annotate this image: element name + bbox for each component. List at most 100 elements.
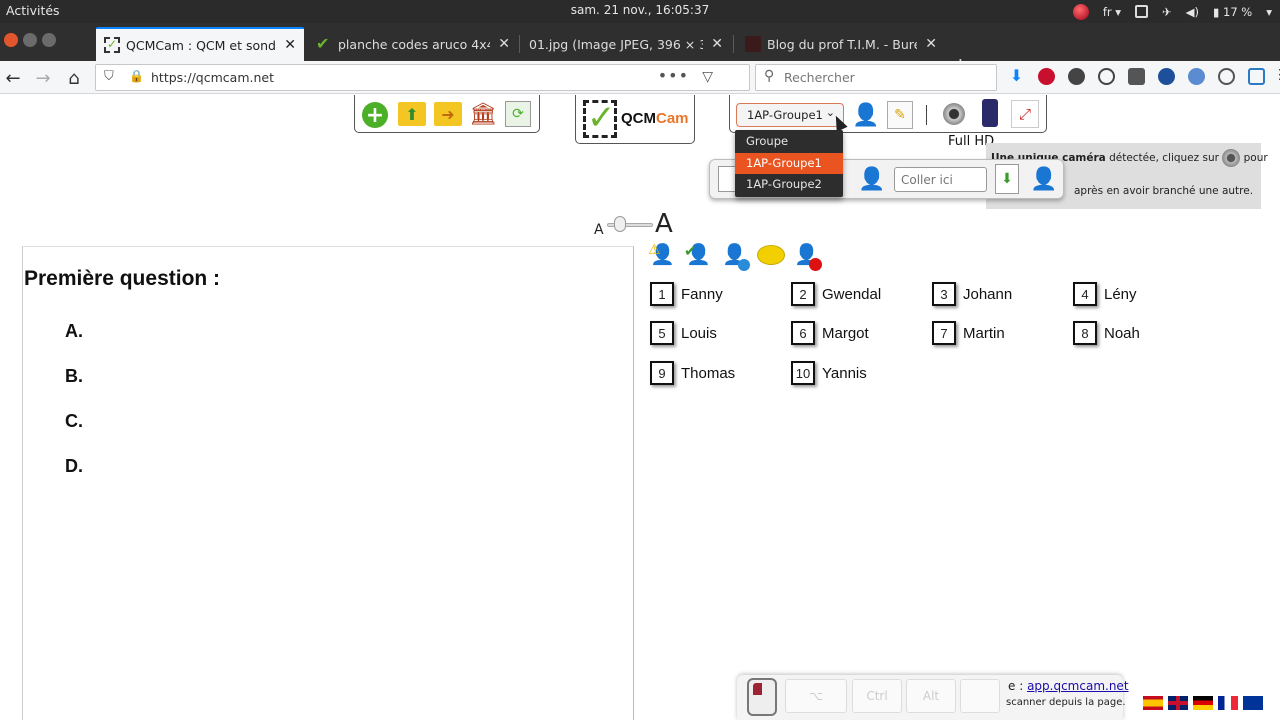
student-card[interactable]: 4 Lény [1073, 282, 1137, 306]
record-icon[interactable] [1072, 3, 1089, 20]
student-card[interactable]: 5 Louis [650, 321, 717, 345]
close-tab-icon[interactable]: ✕ [711, 36, 723, 52]
app-link[interactable]: app.qcmcam.net [1027, 679, 1128, 693]
chevron-down-icon[interactable]: ▾ [1266, 5, 1272, 19]
dropdown-option-1ap-groupe1[interactable]: 1AP-Groupe1 [735, 152, 843, 174]
student-card[interactable]: 9 Thomas [650, 361, 735, 385]
browser-tab-strip: ✓ QCMCam : QCM et sondages ✕ ✔ planche c… [0, 23, 1280, 77]
group-select[interactable]: 1AP-Groupe1 ⌄ [736, 103, 844, 127]
student-number: 6 [791, 321, 815, 345]
webcam-icon[interactable] [940, 99, 968, 129]
tab-image[interactable]: 01.jpg (Image JPEG, 396 × 396 p ✕ [521, 27, 731, 61]
pocket-icon[interactable]: ▽ [702, 69, 713, 85]
page-actions-icon[interactable]: ••• [658, 66, 689, 85]
shield-icon[interactable]: ⛉ [104, 69, 114, 84]
sync-icon[interactable]: ⟳ [505, 101, 531, 127]
download-icon[interactable]: ⬇ [1008, 68, 1025, 85]
back-button[interactable]: ← [2, 67, 24, 89]
user-add-icon[interactable]: 👤 [858, 164, 886, 194]
close-window-button[interactable] [4, 33, 18, 47]
url-text[interactable]: https://qcmcam.net [151, 70, 274, 85]
scanner-hint: scanner depuis la page. [1006, 697, 1126, 708]
language-indicator[interactable]: fr ▾ [1103, 5, 1121, 19]
import-file-icon[interactable]: ⬇ [995, 164, 1019, 194]
user-remove-icon[interactable]: 👤 [792, 242, 822, 272]
dropdown-option-1ap-groupe2[interactable]: 1AP-Groupe2 [735, 174, 843, 196]
student-number: 4 [1073, 282, 1097, 306]
france-flag-icon[interactable] [1218, 696, 1238, 710]
user-sync-icon[interactable]: 👤 [1030, 164, 1058, 194]
student-number: 9 [650, 361, 674, 385]
battery-status: ▮ 17 % [1213, 4, 1253, 19]
check-favicon-icon: ✔ [316, 34, 330, 53]
app-link-line: e : app.qcmcam.net [1008, 679, 1129, 693]
paste-field[interactable] [894, 167, 987, 192]
key-alt-indicator: Alt [906, 679, 956, 713]
group-toolbox: 1AP-Groupe1 ⌄ 👤 ✎ ⤢ [729, 95, 1047, 133]
library-icon[interactable]: 🏛 [469, 101, 497, 127]
student-card[interactable]: 7 Martin [932, 321, 1005, 345]
webcam-icon[interactable] [1222, 149, 1241, 167]
fullscreen-icon[interactable]: ⤢ [1011, 100, 1039, 128]
tab-qcmcam[interactable]: ✓ QCMCam : QCM et sondages ✕ [96, 27, 304, 61]
adblock-icon[interactable] [1038, 68, 1055, 85]
student-name: Fanny [681, 285, 723, 303]
user-warning-icon[interactable]: 👤 ⚠ [648, 242, 678, 272]
add-user-icon[interactable]: 👤 [852, 101, 880, 129]
forward-button[interactable]: → [32, 67, 54, 89]
logo-text: QCMCam [621, 110, 689, 127]
student-card[interactable]: 2 Gwendal [791, 282, 881, 306]
key-indicator: ⌥ [785, 679, 847, 713]
question-panel: Première question : A. B. C. D. [22, 246, 634, 720]
germany-flag-icon[interactable] [1193, 696, 1213, 710]
edit-list-icon[interactable]: ✎ [887, 101, 913, 129]
toolbar-separator [926, 105, 927, 125]
minimize-window-button[interactable] [23, 33, 37, 47]
user-check-icon[interactable]: 👤 ✔ [684, 242, 714, 272]
navigation-bar: ← → ⌂ ⛉ 🔒 https://qcmcam.net ••• ▽ ↻ ⚲ R… [0, 61, 1280, 94]
search-input[interactable]: ⚲ Rechercher [755, 64, 997, 91]
search-placeholder: Rechercher [784, 70, 855, 85]
spain-flag-icon[interactable] [1143, 696, 1163, 710]
tab-title: 01.jpg (Image JPEG, 396 × 396 p [529, 36, 704, 52]
tab-title: planche codes aruco 4x4 A4 [338, 36, 490, 52]
phone-icon[interactable] [982, 99, 998, 127]
close-tab-icon[interactable]: ✕ [498, 36, 510, 52]
uk-flag-icon[interactable] [1168, 696, 1188, 710]
lock-icon[interactable]: 🔒 [129, 69, 144, 83]
student-card[interactable]: 3 Johann [932, 282, 1012, 306]
add-icon[interactable]: + [362, 102, 388, 128]
zoom-slider-thumb[interactable] [614, 216, 626, 232]
qcmcam-favicon-icon: ✓ [104, 37, 120, 53]
user-info-icon[interactable]: 👤 [720, 242, 750, 272]
account-icon[interactable] [1218, 68, 1235, 85]
student-card[interactable]: 6 Margot [791, 321, 869, 345]
url-bar[interactable]: ⛉ 🔒 https://qcmcam.net ••• ▽ ↻ [95, 64, 773, 91]
extension-icon[interactable] [1128, 68, 1145, 85]
eu-flag-icon[interactable] [1243, 696, 1263, 710]
system-tray[interactable]: fr ▾ ✈ ◀) ▮ 17 % ▾ [1072, 2, 1272, 21]
close-tab-icon[interactable]: ✕ [925, 36, 937, 52]
extension-icon[interactable] [1098, 68, 1115, 85]
speech-bubble-icon[interactable] [756, 242, 786, 272]
tab-blog[interactable]: Blog du prof T.I.M. - Bureau ✕ [737, 27, 945, 61]
export-folder-icon[interactable]: ➜ [434, 102, 462, 126]
extension-icon[interactable] [1068, 68, 1085, 85]
extension-icon[interactable] [1248, 68, 1265, 85]
tab-aruco[interactable]: ✔ planche codes aruco 4x4 A4 ✕ [308, 27, 518, 61]
extension-icon[interactable] [1158, 68, 1175, 85]
student-number: 7 [932, 321, 956, 345]
student-card[interactable]: 1 Fanny [650, 282, 723, 306]
page-content: + ⬆ ➜ 🏛 ⟳ ✓ QCMCam 1AP-Groupe1 ⌄ 👤 ✎ ⤢ F… [0, 95, 1280, 720]
close-tab-icon[interactable]: ✕ [284, 37, 296, 53]
maximize-window-button[interactable] [42, 33, 56, 47]
student-card[interactable]: 8 Noah [1073, 321, 1140, 345]
student-card[interactable]: 10 Yannis [791, 361, 867, 385]
input-overlay-bar: ⌥ Ctrl Alt e : app.qcmcam.net scanner de… [737, 675, 1129, 720]
search-icon: ⚲ [764, 68, 775, 84]
extension-icon[interactable] [1188, 68, 1205, 85]
open-folder-icon[interactable]: ⬆ [398, 102, 426, 126]
dropdown-option-groupe[interactable]: Groupe [735, 131, 843, 153]
home-button[interactable]: ⌂ [63, 67, 85, 89]
student-name: Johann [963, 285, 1013, 303]
